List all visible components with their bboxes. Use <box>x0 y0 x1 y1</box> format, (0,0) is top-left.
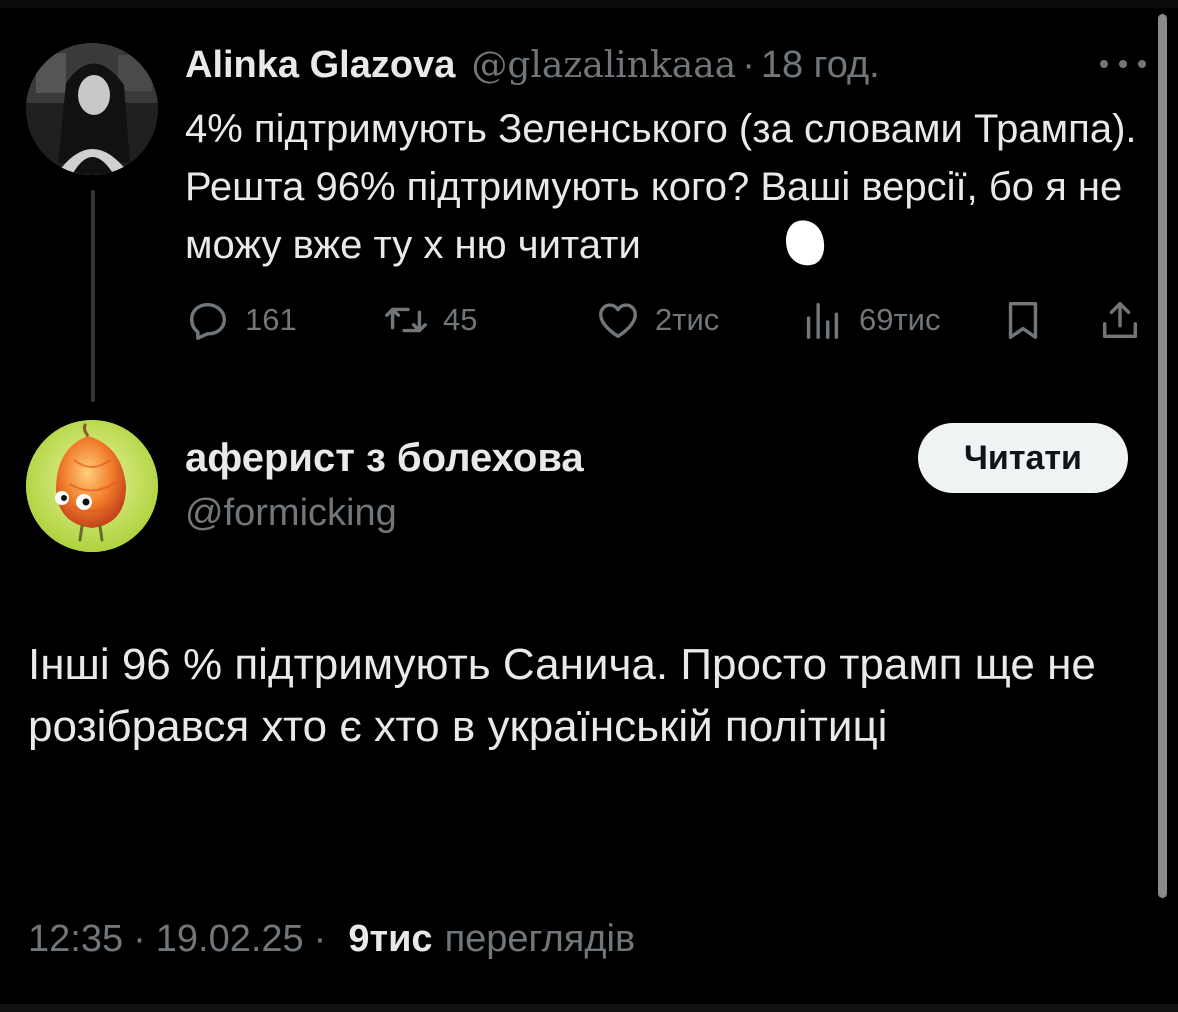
tweet-time[interactable]: 12:35 <box>28 918 123 961</box>
avatar-creature-icon <box>26 420 158 552</box>
reply-count: 161 <box>245 302 297 337</box>
views-button[interactable]: 69тис <box>799 292 941 348</box>
parent-author-avatar[interactable] <box>26 43 158 175</box>
like-button[interactable]: 2тис <box>595 292 719 348</box>
bottom-edge <box>0 1004 1178 1012</box>
main-author-handle[interactable]: @formicking <box>185 492 397 535</box>
parent-tweet-time[interactable]: 18 год. <box>761 44 880 87</box>
parent-tweet-text: 4% підтримують Зеленського (за словами Т… <box>185 107 1137 267</box>
retweet-icon <box>385 307 427 333</box>
heart-icon <box>599 303 637 339</box>
main-author-avatar[interactable] <box>26 420 158 552</box>
top-edge <box>0 0 1178 8</box>
reply-icon <box>189 302 227 340</box>
bookmark-icon <box>1008 301 1038 339</box>
reply-button[interactable]: 161 <box>185 292 297 348</box>
parent-author-name[interactable]: Alinka Glazova <box>185 44 455 87</box>
like-count: 2тис <box>655 302 720 337</box>
follow-button[interactable]: Читати <box>918 423 1128 493</box>
share-button[interactable] <box>1097 292 1143 348</box>
tweet-views-label: переглядів <box>444 917 636 960</box>
main-tweet-text: Інші 96 % підтримують Санича. Просто тра… <box>28 640 1096 751</box>
header-separator: · <box>742 44 755 86</box>
tweet-meta: 12:35 · 19.02.25 · 9тис переглядів <box>28 915 635 963</box>
scrollbar[interactable] <box>1158 14 1167 898</box>
parent-author-handle[interactable]: @glazalinkaaa <box>471 45 736 86</box>
more-dot <box>1119 60 1127 68</box>
avatar-photo-icon <box>26 43 158 175</box>
bookmark-button[interactable] <box>1000 292 1046 348</box>
retweet-button[interactable]: 45 <box>383 292 477 348</box>
views-count: 69тис <box>859 302 941 337</box>
more-dot <box>1138 60 1146 68</box>
retweet-count: 45 <box>443 302 478 337</box>
parent-tweet-header: Alinka Glazova @glazalinkaaa · 18 год. <box>185 44 880 88</box>
tweet-date[interactable]: 19.02.25 <box>156 918 304 961</box>
parent-tweet-actions: 161 45 2тис 69тис <box>185 292 1155 348</box>
more-dot <box>1100 60 1108 68</box>
meta-separator: · <box>313 917 327 960</box>
tweet-views-count: 9тис <box>348 917 433 960</box>
thread-connector-line <box>91 190 95 402</box>
share-icon <box>1102 301 1138 339</box>
meta-separator: · <box>133 917 146 960</box>
views-bar-chart-icon <box>806 302 839 339</box>
main-author-name[interactable]: аферист з болехова <box>185 436 584 481</box>
more-horizontal-icon[interactable] <box>1100 58 1146 70</box>
